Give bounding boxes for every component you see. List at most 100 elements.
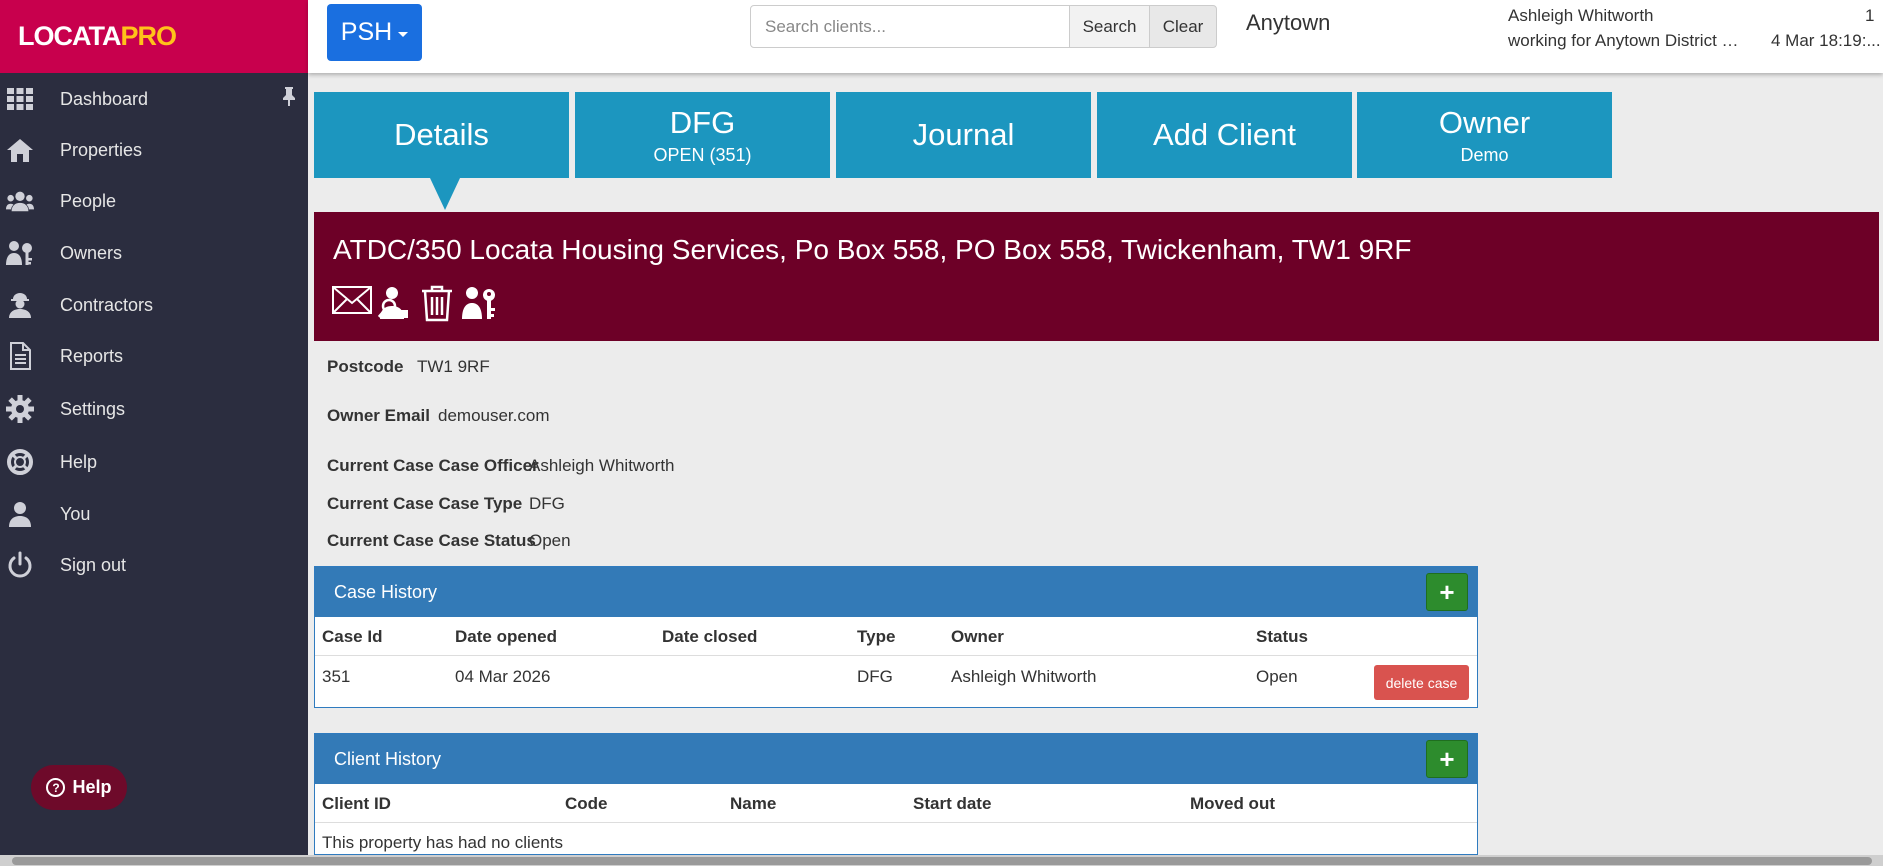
- workspace-dropdown-button[interactable]: PSH: [327, 4, 422, 61]
- sidebar-item-dashboard[interactable]: Dashboard: [0, 77, 308, 121]
- sidebar-item-help[interactable]: Help: [0, 440, 308, 484]
- client-history-title: Client History: [334, 748, 442, 769]
- type-cell: DFG: [857, 667, 893, 686]
- status-cell: Open: [1256, 667, 1298, 686]
- grid-icon: [6, 85, 34, 113]
- case-officer-value: Ashleigh Whitworth: [529, 456, 675, 475]
- postcode-label: Postcode: [327, 357, 404, 376]
- user-icon: [6, 500, 34, 528]
- table-divider: [315, 655, 1477, 656]
- column-header-moved-out[interactable]: Moved out: [1190, 794, 1275, 814]
- pin-icon[interactable]: [282, 86, 296, 106]
- sidebar-item-label: Dashboard: [60, 88, 149, 109]
- logo-accent: PRO: [120, 21, 177, 51]
- column-header-case-id[interactable]: Case Id: [322, 627, 382, 647]
- case-history-title: Case History: [334, 581, 438, 602]
- power-icon: [6, 551, 34, 579]
- horizontal-scrollbar-thumb[interactable]: [12, 857, 1872, 865]
- sidebar-item-people[interactable]: People: [0, 179, 308, 223]
- tile-add-client[interactable]: Add Client: [1097, 92, 1352, 178]
- sidebar-item-contractors[interactable]: Contractors: [0, 283, 308, 327]
- contractor-icon: [6, 291, 34, 319]
- sidebar-item-label: You: [60, 503, 91, 524]
- sidebar-item-label: Settings: [60, 398, 126, 419]
- clear-button[interactable]: Clear: [1149, 5, 1217, 48]
- inspect-person-icon[interactable]: [377, 284, 413, 320]
- tile-details[interactable]: Details: [314, 92, 569, 178]
- tile-title: Details: [394, 117, 489, 152]
- search-clients-input[interactable]: [750, 5, 1070, 48]
- owner-key-icon: [6, 239, 34, 267]
- trash-icon[interactable]: [420, 284, 456, 322]
- owner-key-icon[interactable]: [462, 284, 498, 320]
- column-header-status[interactable]: Status: [1256, 627, 1308, 647]
- caret-down-icon: [398, 31, 409, 37]
- user-name[interactable]: Ashleigh Whitworth: [1508, 6, 1654, 26]
- case-officer-label: Current Case Case Officer: [327, 456, 539, 475]
- owner-email-label: Owner Email: [327, 406, 430, 425]
- logo-text: LOCATAPRO: [18, 21, 177, 52]
- delete-case-button[interactable]: delete case: [1374, 665, 1469, 700]
- case-type-label: Current Case Case Type: [327, 494, 523, 513]
- tile-subtitle: OPEN (351): [653, 144, 752, 165]
- lifebuoy-icon: [6, 448, 34, 476]
- property-title: ATDC/350 Locata Housing Services, Po Box…: [333, 234, 1412, 265]
- add-case-button[interactable]: +: [1426, 573, 1468, 611]
- top-bar: PSH Search Clear Anytown Ashleigh Whitwo…: [308, 0, 1883, 73]
- case-status-value: Open: [529, 531, 571, 550]
- app-logo[interactable]: LOCATAPRO: [0, 0, 308, 73]
- column-header-date-closed[interactable]: Date closed: [662, 627, 757, 647]
- column-header-type[interactable]: Type: [857, 627, 895, 647]
- sidebar-item-label: Help: [60, 451, 98, 472]
- tile-dfg[interactable]: DFG OPEN (351): [575, 92, 830, 178]
- case-type-value: DFG: [529, 494, 565, 513]
- property-banner: ATDC/350 Locata Housing Services, Po Box…: [314, 212, 1879, 341]
- sidebar-item-label: Properties: [60, 139, 143, 160]
- help-widget-label: Help: [72, 777, 112, 797]
- user-organisation: working for Anytown District C...: [1508, 31, 1743, 50]
- active-tile-pointer: [430, 178, 460, 210]
- sidebar-item-label: Contractors: [60, 294, 154, 315]
- sidebar-item-label: Sign out: [60, 554, 127, 575]
- sidebar-item-reports[interactable]: Reports: [0, 334, 308, 378]
- sidebar-item-sign-out[interactable]: Sign out: [0, 543, 308, 587]
- notification-count[interactable]: 1: [1865, 6, 1874, 26]
- sidebar-item-you[interactable]: You: [0, 492, 308, 536]
- search-button[interactable]: Search: [1069, 5, 1150, 48]
- gear-icon: [6, 395, 34, 423]
- column-header-client-id[interactable]: Client ID: [322, 794, 391, 814]
- tile-title: Owner: [1438, 104, 1531, 140]
- help-widget-button[interactable]: ? Help: [31, 765, 127, 810]
- column-header-code[interactable]: Code: [565, 794, 608, 814]
- column-header-owner[interactable]: Owner: [951, 627, 1004, 647]
- tile-title: Journal: [912, 117, 1015, 152]
- empty-clients-message: This property has had no clients: [322, 833, 563, 852]
- column-header-start-date[interactable]: Start date: [913, 794, 991, 814]
- logo-main: LOCATA: [18, 21, 121, 51]
- question-icon: ?: [46, 778, 66, 797]
- email-icon[interactable]: [332, 284, 372, 320]
- sidebar-item-settings[interactable]: Settings: [0, 387, 308, 431]
- tile-title: Add Client: [1152, 117, 1297, 152]
- tile-title: DFG: [669, 104, 736, 140]
- tile-subtitle: Demo: [1460, 144, 1509, 165]
- column-header-date-opened[interactable]: Date opened: [455, 627, 557, 647]
- tile-journal[interactable]: Journal: [836, 92, 1091, 178]
- workspace-label: PSH: [340, 18, 393, 46]
- owner-cell: Ashleigh Whitworth: [951, 667, 1097, 686]
- sidebar-item-owners[interactable]: Owners: [0, 231, 308, 275]
- sidebar-item-label: People: [60, 190, 117, 211]
- sidebar: LOCATAPRO Dashboard Properties People Ow…: [0, 0, 308, 866]
- sidebar-item-properties[interactable]: Properties: [0, 128, 308, 172]
- current-datetime: 4 Mar 18:19:...: [1771, 31, 1881, 50]
- people-icon: [6, 187, 34, 215]
- tile-owner[interactable]: Owner Demo: [1357, 92, 1612, 178]
- owner-email-value: demouser.com: [438, 406, 550, 425]
- add-client-history-button[interactable]: +: [1426, 740, 1468, 778]
- home-icon: [6, 136, 34, 164]
- case-id-cell[interactable]: 351: [322, 667, 350, 687]
- sidebar-item-label: Reports: [60, 345, 124, 366]
- document-icon: [6, 342, 34, 370]
- location-name: Anytown: [1246, 10, 1331, 35]
- column-header-name[interactable]: Name: [730, 794, 776, 814]
